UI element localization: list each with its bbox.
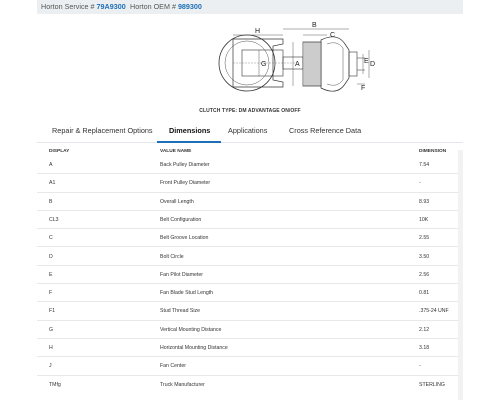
cell-value-name: Bolt Circle xyxy=(160,253,184,260)
label-f: F xyxy=(361,85,365,92)
table-row: F Fan Blade Stud Length 0.81 xyxy=(37,284,463,303)
page: Horton Service # 79A9300 Horton OEM # 98… xyxy=(0,0,500,400)
tab-bar: Repair & Replacement Options Dimensions … xyxy=(37,120,463,143)
tab-repair-replacement[interactable]: Repair & Replacement Options xyxy=(52,126,153,135)
cell-value-name: Vertical Mounting Distance xyxy=(160,326,222,333)
label-d: D xyxy=(370,61,375,68)
cell-dimension: 2.55 xyxy=(419,235,430,242)
tab-applications[interactable]: Applications xyxy=(228,126,267,135)
clutch-diagram: H B C A G E D F CLUTCH TYPE: DM ADVANTAG… xyxy=(37,14,463,118)
table-row: C Belt Groove Location 2.55 xyxy=(37,229,463,248)
cell-value-name: Belt Configuration xyxy=(160,216,202,223)
cell-value-name: Truck Manufacturer xyxy=(160,381,205,388)
label-b: B xyxy=(312,22,317,29)
fan-pilot xyxy=(348,51,358,77)
cell-display: D xyxy=(49,253,53,260)
cell-display: CL3 xyxy=(49,216,59,223)
table-row: A Back Pulley Diameter 7.54 xyxy=(37,156,463,175)
cell-value-name: Overall Length xyxy=(160,198,194,205)
cell-display: H xyxy=(49,345,53,351)
column-header-dimension: DIMENSION xyxy=(419,149,447,154)
cell-display: G xyxy=(49,326,54,333)
cell-display: B xyxy=(49,198,53,205)
cell-value-name: Belt Groove Location xyxy=(160,235,209,242)
oem-number-value[interactable]: 989300 xyxy=(178,2,202,11)
cell-display: F xyxy=(49,290,53,297)
table-row: G Vertical Mounting Distance 2.12 xyxy=(37,321,463,339)
cell-value-name: Front Pulley Diameter xyxy=(160,180,211,187)
cell-dimension: 2.12 xyxy=(419,326,430,333)
cell-display: C xyxy=(49,235,53,242)
cell-dimension: 2.56 xyxy=(419,271,430,278)
cell-dimension: 3.18 xyxy=(419,345,430,351)
cell-value-name: Stud Thread Size xyxy=(160,308,200,315)
pulley xyxy=(302,41,322,87)
tab-dimensions[interactable]: Dimensions xyxy=(169,126,210,135)
cell-display: A xyxy=(49,162,53,168)
table-row: F1 Stud Thread Size .375-24 UNF xyxy=(37,302,463,321)
table-row: D Bolt Circle 3.50 xyxy=(37,248,463,266)
cell-value-name: Fan Pilot Diameter xyxy=(160,271,203,278)
label-a: A xyxy=(295,61,300,68)
vertical-scrollbar[interactable] xyxy=(458,150,463,400)
dimension-lines xyxy=(233,28,370,86)
clutch-drawing: H B C A G E D F xyxy=(218,22,375,92)
table-row: J Fan Center - xyxy=(37,357,463,376)
oem-label: Horton OEM # xyxy=(130,2,176,11)
cell-display: TMfg xyxy=(49,381,61,388)
part-number-bar: Horton Service # 79A9300 Horton OEM # 98… xyxy=(37,0,463,14)
oem-number: Horton OEM # 989300 xyxy=(130,2,202,11)
column-header-display: DISPLAY xyxy=(49,149,70,154)
service-number-value[interactable]: 79A9300 xyxy=(97,2,126,11)
cell-dimension: 10K xyxy=(419,216,429,223)
cell-value-name: Fan Center xyxy=(160,363,186,370)
cell-dimension: STERLING xyxy=(419,381,445,388)
table-row: H Horizontal Mounting Distance 3.18 xyxy=(37,339,463,358)
cell-display: A1 xyxy=(49,180,56,187)
active-tab-indicator xyxy=(157,141,221,143)
cell-value-name: Horizontal Mounting Distance xyxy=(160,345,228,351)
label-g: G xyxy=(261,61,266,68)
cell-display: E xyxy=(49,271,53,278)
table-row: A1 Front Pulley Diameter - xyxy=(37,174,463,193)
table-row: CL3 Belt Configuration 10K xyxy=(37,211,463,230)
service-number: Horton Service # 79A9300 xyxy=(41,2,126,11)
tab-cross-reference[interactable]: Cross Reference Data xyxy=(289,126,361,135)
cell-value-name: Fan Blade Stud Length xyxy=(160,290,214,297)
cell-dimension: - xyxy=(419,363,421,370)
table-row: E Fan Pilot Diameter 2.56 xyxy=(37,266,463,285)
cell-value-name: Back Pulley Diameter xyxy=(160,162,210,168)
cell-dimension: 3.50 xyxy=(419,253,430,260)
clutch-body xyxy=(320,36,350,92)
label-c: C xyxy=(330,32,335,39)
cell-display: F1 xyxy=(49,308,56,315)
column-header-value-name: VALUE NAME xyxy=(160,149,192,154)
cell-dimension: - xyxy=(419,180,421,187)
table-row: B Overall Length 8.93 xyxy=(37,193,463,211)
clutch-inner xyxy=(326,42,344,86)
cell-dimension: 0.81 xyxy=(419,290,430,297)
clutch-caption: CLUTCH TYPE: DM ADVANTAGE ON/OFF xyxy=(199,108,301,114)
cell-dimension: 7.54 xyxy=(419,162,430,168)
cell-dimension: 8.93 xyxy=(419,198,430,205)
cell-display: J xyxy=(49,363,52,370)
service-label: Horton Service # xyxy=(41,2,95,11)
label-e: E xyxy=(364,58,369,65)
table-row: TMfg Truck Manufacturer STERLING xyxy=(37,376,463,394)
label-h: H xyxy=(255,28,260,35)
product-panel: Horton Service # 79A9300 Horton OEM # 98… xyxy=(37,0,463,400)
cell-dimension: .375-24 UNF xyxy=(419,308,449,315)
